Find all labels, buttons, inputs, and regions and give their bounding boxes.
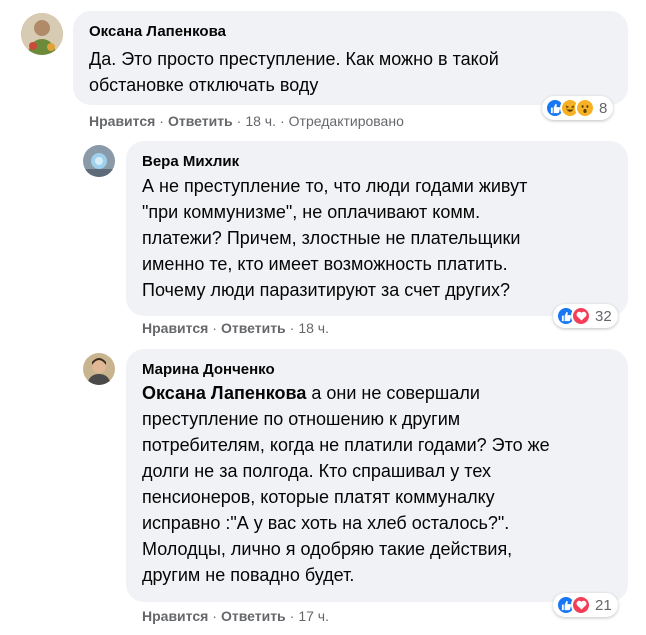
reply-button[interactable]: Ответить bbox=[168, 113, 233, 129]
avatar[interactable] bbox=[83, 353, 115, 385]
comment-time[interactable]: 18 ч. bbox=[245, 113, 276, 129]
like-button[interactable]: Нравится bbox=[142, 608, 208, 624]
comment-text: А не преступление то, что люди годами жи… bbox=[142, 176, 528, 300]
mention-link[interactable]: Оксана Лапенкова bbox=[142, 383, 306, 403]
separator: · bbox=[289, 320, 295, 336]
separator: · bbox=[212, 608, 217, 624]
separator: · bbox=[280, 113, 285, 129]
comment-time[interactable]: 17 ч. bbox=[298, 608, 329, 624]
reaction-count: 32 bbox=[595, 307, 612, 325]
comment-text: Да. Это просто преступление. Как можно в… bbox=[89, 49, 499, 95]
comment-author[interactable]: Оксана Лапенкова bbox=[89, 23, 226, 40]
avatar-photo-icon bbox=[21, 13, 63, 55]
comment-time[interactable]: 18 ч. bbox=[298, 320, 329, 336]
reactions-summary[interactable]: 21 bbox=[553, 593, 618, 617]
avatar[interactable] bbox=[21, 13, 63, 55]
separator: · bbox=[236, 113, 242, 129]
comments-thread: Оксана Лапенкова Да. Это просто преступл… bbox=[0, 0, 646, 635]
separator: · bbox=[212, 320, 217, 336]
separator: · bbox=[289, 608, 295, 624]
reply-button[interactable]: Ответить bbox=[221, 608, 286, 624]
reaction-count: 21 bbox=[595, 596, 612, 614]
edited-label[interactable]: Отредактировано bbox=[289, 113, 404, 129]
love-icon bbox=[571, 306, 591, 326]
comment-actions: Нравится · Ответить · 18 ч. bbox=[142, 320, 329, 336]
comment-actions: Нравится · Ответить · 18 ч. · Отредактир… bbox=[89, 113, 404, 129]
comment-author[interactable]: Вера Михлик bbox=[142, 153, 239, 170]
comment-author[interactable]: Марина Донченко bbox=[142, 361, 275, 378]
wow-icon bbox=[575, 98, 595, 118]
love-icon bbox=[571, 595, 591, 615]
comment-text: Оксана Лапенкова а они не совершали прес… bbox=[142, 383, 550, 585]
comment-actions: Нравится · Ответить · 17 ч. bbox=[142, 608, 329, 624]
avatar-photo-icon bbox=[83, 353, 115, 385]
reactions-summary[interactable]: 8 bbox=[542, 96, 614, 120]
separator: · bbox=[159, 113, 164, 129]
avatar-photo-icon bbox=[83, 145, 115, 177]
avatar[interactable] bbox=[83, 145, 115, 177]
reply-button[interactable]: Ответить bbox=[221, 320, 286, 336]
like-button[interactable]: Нравится bbox=[89, 113, 155, 129]
like-button[interactable]: Нравится bbox=[142, 320, 208, 336]
reaction-count: 8 bbox=[599, 99, 608, 117]
reactions-summary[interactable]: 32 bbox=[553, 304, 618, 328]
